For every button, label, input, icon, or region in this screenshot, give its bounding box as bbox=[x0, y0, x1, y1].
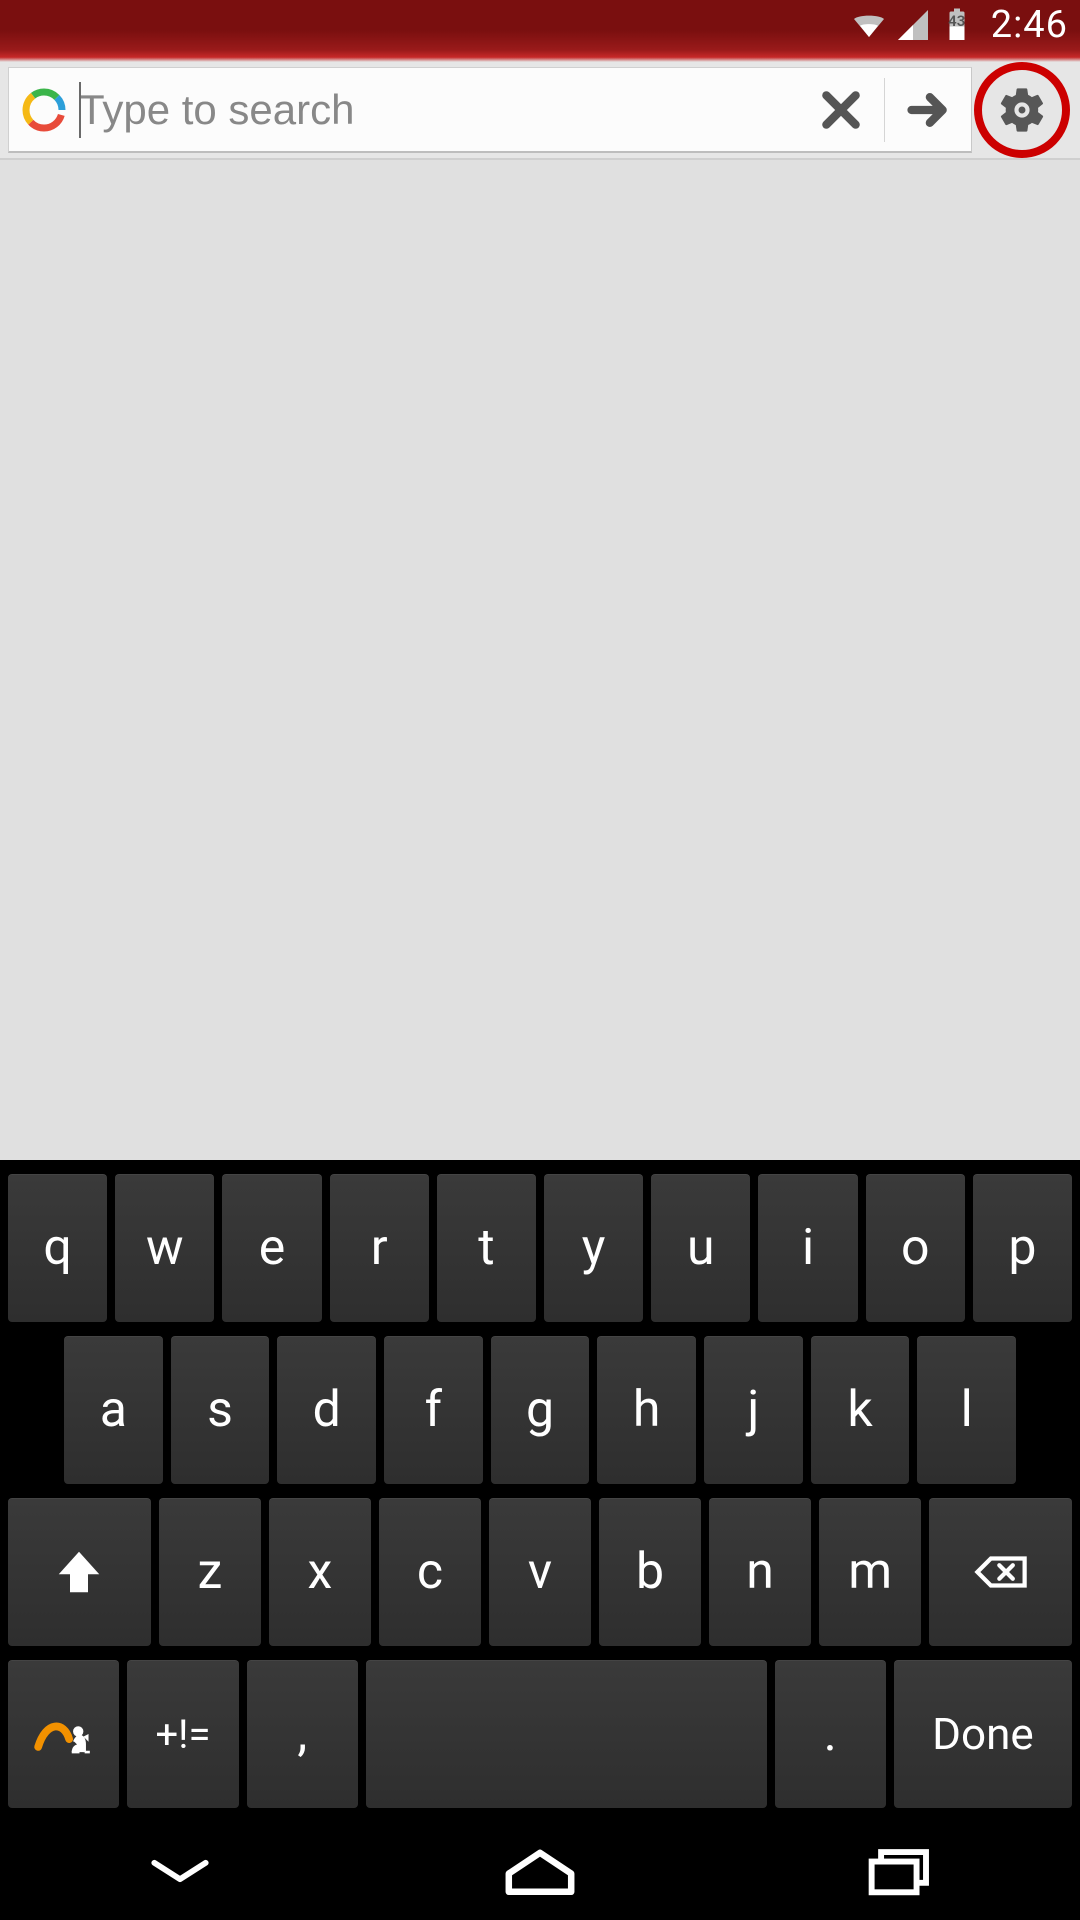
key-s[interactable]: s bbox=[171, 1336, 270, 1484]
app-logo-icon bbox=[9, 86, 79, 134]
key-t[interactable]: t bbox=[437, 1174, 536, 1322]
keyboard-row-4: +!= , . Done bbox=[8, 1660, 1072, 1808]
keyboard-row-1: q w e r t y u i o p bbox=[8, 1174, 1072, 1322]
key-space[interactable] bbox=[366, 1660, 767, 1808]
content-area bbox=[0, 160, 1080, 1160]
key-e[interactable]: e bbox=[222, 1174, 321, 1322]
clear-button[interactable] bbox=[798, 68, 884, 151]
key-y[interactable]: y bbox=[544, 1174, 643, 1322]
nav-home-button[interactable] bbox=[480, 1841, 600, 1901]
key-z[interactable]: z bbox=[159, 1498, 261, 1646]
key-h[interactable]: h bbox=[597, 1336, 696, 1484]
keyboard-row-3: z x c v b n m bbox=[8, 1498, 1072, 1646]
swype-icon bbox=[33, 1709, 95, 1759]
key-backspace[interactable] bbox=[929, 1498, 1072, 1646]
key-u[interactable]: u bbox=[651, 1174, 750, 1322]
search-input[interactable] bbox=[79, 68, 798, 151]
arrow-right-icon bbox=[906, 88, 950, 132]
key-b[interactable]: b bbox=[599, 1498, 701, 1646]
status-clock: 2:46 bbox=[991, 3, 1068, 47]
key-m[interactable]: m bbox=[819, 1498, 921, 1646]
key-g[interactable]: g bbox=[491, 1336, 590, 1484]
cellular-signal-icon bbox=[895, 7, 931, 43]
keyboard-row-2: a s d f g h j k l bbox=[8, 1336, 1072, 1484]
key-n[interactable]: n bbox=[709, 1498, 811, 1646]
key-swype[interactable] bbox=[8, 1660, 119, 1808]
settings-button-wrap bbox=[972, 62, 1072, 158]
battery-percent-label: 43 bbox=[939, 12, 975, 30]
go-button[interactable] bbox=[885, 68, 971, 151]
key-i[interactable]: i bbox=[758, 1174, 857, 1322]
search-input-wrap[interactable] bbox=[79, 68, 798, 151]
shift-up-arrow-icon bbox=[52, 1545, 106, 1599]
close-x-icon bbox=[819, 88, 863, 132]
keyboard: q w e r t y u i o p a s d f g h j k l z … bbox=[0, 1160, 1080, 1822]
key-a[interactable]: a bbox=[64, 1336, 163, 1484]
key-j[interactable]: j bbox=[704, 1336, 803, 1484]
key-p[interactable]: p bbox=[973, 1174, 1072, 1322]
nav-recent-button[interactable] bbox=[840, 1841, 960, 1901]
key-k[interactable]: k bbox=[811, 1336, 910, 1484]
status-icons: 43 bbox=[851, 7, 975, 43]
key-comma[interactable]: , bbox=[247, 1660, 358, 1808]
battery-icon: 43 bbox=[939, 7, 975, 43]
key-c[interactable]: c bbox=[379, 1498, 481, 1646]
key-done[interactable]: Done bbox=[894, 1660, 1072, 1808]
key-f[interactable]: f bbox=[384, 1336, 483, 1484]
search-row bbox=[0, 62, 1080, 158]
backspace-icon bbox=[974, 1545, 1028, 1599]
key-o[interactable]: o bbox=[866, 1174, 965, 1322]
chevron-down-icon bbox=[145, 1851, 215, 1891]
recent-apps-icon bbox=[862, 1845, 938, 1897]
key-d[interactable]: d bbox=[277, 1336, 376, 1484]
key-v[interactable]: v bbox=[489, 1498, 591, 1646]
key-w[interactable]: w bbox=[115, 1174, 214, 1322]
header-gradient bbox=[0, 50, 1080, 62]
status-bar: 43 2:46 bbox=[0, 0, 1080, 50]
search-box bbox=[8, 67, 972, 153]
key-l[interactable]: l bbox=[917, 1336, 1016, 1484]
key-r[interactable]: r bbox=[330, 1174, 429, 1322]
key-symbols[interactable]: +!= bbox=[127, 1660, 238, 1808]
key-shift[interactable] bbox=[8, 1498, 151, 1646]
nav-back-button[interactable] bbox=[120, 1841, 240, 1901]
text-cursor bbox=[79, 82, 81, 138]
key-x[interactable]: x bbox=[269, 1498, 371, 1646]
navigation-bar bbox=[0, 1822, 1080, 1920]
wifi-icon bbox=[851, 7, 887, 43]
key-q[interactable]: q bbox=[8, 1174, 107, 1322]
key-period[interactable]: . bbox=[775, 1660, 886, 1808]
highlight-circle bbox=[974, 62, 1070, 158]
home-outline-icon bbox=[500, 1845, 580, 1897]
